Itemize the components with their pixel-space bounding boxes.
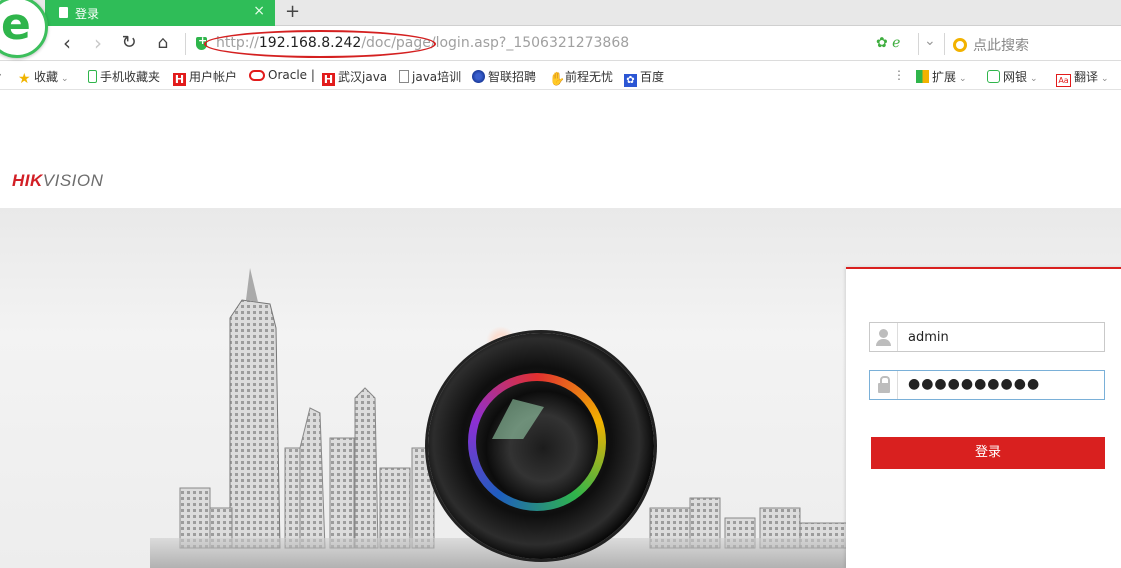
camera-lens-image: [428, 333, 654, 559]
bookmark-favorites[interactable]: ★ 收藏 ⌄: [18, 68, 69, 87]
search-input[interactable]: 点此搜索: [953, 35, 1029, 55]
extensions-menu[interactable]: 扩展 ⌄: [916, 68, 967, 85]
bookmark-item[interactable]: Oracle |: [249, 68, 315, 82]
bookmark-label: 前程无忧: [565, 70, 614, 84]
user-icon: [870, 323, 898, 351]
forward-button[interactable]: ›: [87, 31, 109, 55]
bookmark-label: java培训: [412, 70, 462, 84]
url-path: /doc/page/login.asp?_1506321273868: [361, 35, 630, 51]
bookmark-item[interactable]: ✿ 百度: [624, 68, 664, 87]
page-icon: [59, 7, 68, 18]
grid-icon: [916, 70, 929, 83]
bookmark-item[interactable]: H 用户帐户: [173, 68, 237, 86]
chevron-down-icon: ⌄: [1030, 74, 1038, 84]
translate-menu[interactable]: Aa 翻译 ⌄: [1056, 68, 1109, 87]
tab-title: 登录: [75, 7, 100, 21]
lens-core: [476, 381, 598, 503]
login-panel: admin ●●●●●●●●●● 登录: [846, 267, 1121, 568]
more-menu-icon[interactable]: ⋮: [893, 68, 905, 82]
url-host: 192.168.8.242: [258, 35, 362, 51]
logo-vision: VISION: [42, 171, 104, 190]
bookmark-item[interactable]: 手机收藏夹: [88, 68, 160, 85]
hand-icon: ✋: [549, 72, 566, 87]
bookmark-label: Oracle |: [268, 68, 315, 82]
security-shield-icon[interactable]: [196, 34, 207, 50]
login-banner: admin ●●●●●●●●●● 登录: [0, 208, 1121, 568]
logo-hik: HIK: [12, 171, 43, 190]
tab-strip: e 登录 × +: [0, 0, 1121, 58]
bookmarks-bar: · ★收藏⌄ 手机收藏夹 H用户帐户 Oracle | H武汉java java…: [0, 62, 1121, 90]
search-engine-icon: [953, 38, 967, 52]
bookmark-item[interactable]: H 武汉java: [322, 68, 387, 86]
h-icon: H: [322, 73, 335, 86]
online-banking-menu[interactable]: 网银 ⌄: [987, 68, 1038, 85]
lens-reflection: [492, 399, 544, 439]
phone-icon: [88, 70, 97, 83]
toolbar-divider: [185, 33, 186, 55]
password-field[interactable]: ●●●●●●●●●●: [869, 370, 1105, 400]
star-icon: ★: [18, 71, 31, 87]
login-button[interactable]: 登录: [871, 437, 1105, 469]
toolbar-divider: [918, 33, 919, 55]
new-tab-button[interactable]: +: [285, 0, 300, 24]
toolbar-divider: [944, 33, 945, 55]
chevron-down-icon: ⌄: [1101, 74, 1109, 84]
bank-icon: [987, 70, 1000, 83]
username-field[interactable]: admin: [869, 322, 1105, 352]
globe-icon: [472, 70, 485, 83]
bookmark-label: 手机收藏夹: [100, 70, 161, 84]
paw-icon: ✿: [624, 74, 637, 87]
lens-ring: [468, 373, 606, 511]
translate-label: 翻译: [1074, 70, 1099, 84]
bookmark-item[interactable]: ✋前程无忧: [549, 68, 614, 87]
doc-icon: [399, 70, 409, 83]
bookmark-label: 智联招聘: [488, 70, 537, 84]
reload-button[interactable]: ↻: [118, 31, 140, 55]
banking-label: 网银: [1003, 70, 1028, 84]
extension-icons[interactable]: ✿ ℯ: [876, 35, 900, 51]
url-protocol: http://: [216, 35, 259, 51]
bookmark-scroll-handle[interactable]: ·: [0, 68, 2, 82]
bookmark-label: 武汉java: [338, 70, 388, 84]
address-toolbar: ‹ › ↻ ⌂ http://192.168.8.242/doc/page/lo…: [0, 27, 1121, 61]
tab-close-button[interactable]: ×: [253, 3, 265, 19]
translate-icon: Aa: [1056, 74, 1071, 87]
bookmark-item[interactable]: 智联招聘: [472, 68, 536, 85]
lock-icon: [870, 371, 898, 399]
hikvision-logo: HIKVISION: [12, 171, 103, 191]
bookmark-label: 用户帐户: [189, 70, 238, 84]
bookmark-label: 百度: [640, 70, 665, 84]
bookmark-label: 收藏: [34, 70, 59, 84]
page-content: HIKVISION admin ●●●●●●●●●● 登录: [0, 91, 1121, 568]
oracle-icon: [249, 70, 265, 81]
tab-login[interactable]: 登录 ×: [45, 0, 275, 26]
username-value: admin: [908, 330, 949, 345]
password-value: ●●●●●●●●●●: [908, 376, 1041, 392]
back-button[interactable]: ‹: [56, 31, 78, 55]
chevron-down-icon: ⌄: [61, 74, 69, 84]
chevron-down-icon: ⌄: [959, 74, 967, 84]
url-field[interactable]: http://192.168.8.242/doc/page/login.asp?…: [216, 35, 629, 51]
bookmark-item[interactable]: java培训: [399, 68, 461, 85]
search-placeholder: 点此搜索: [973, 38, 1029, 54]
chevron-down-icon[interactable]: ⌄: [924, 33, 936, 49]
home-button[interactable]: ⌂: [152, 31, 174, 55]
extensions-label: 扩展: [932, 70, 957, 84]
h-icon: H: [173, 73, 186, 86]
